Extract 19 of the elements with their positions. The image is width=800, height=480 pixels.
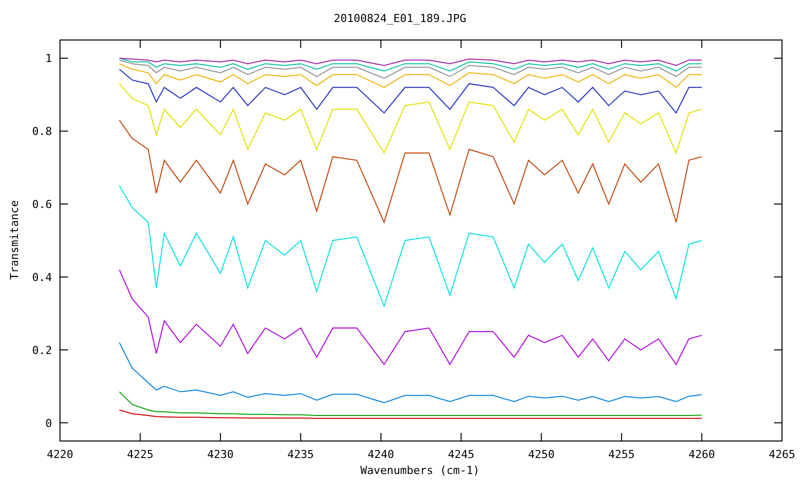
tick-label: 0.4 (32, 270, 52, 284)
tick-label: 4240 (368, 448, 394, 461)
tick-label: 4220 (46, 448, 74, 461)
tick-label: 0.8 (32, 125, 52, 138)
tick-label: 0.2 (32, 344, 52, 357)
tick-label: 4245 (448, 448, 474, 461)
axis-title: Transmitance (8, 200, 21, 280)
tick-label: 4255 (608, 448, 635, 461)
axis-title: Wavenumbers (cm-1) (360, 464, 480, 477)
tick-label: 4265 (768, 448, 796, 461)
tick-label: 0 (45, 416, 52, 430)
tick-label: 4250 (528, 448, 555, 461)
tick-label: 0.6 (32, 198, 52, 212)
chart-title: 20100824_E01_189.JPG (334, 12, 466, 25)
tick-label: 4235 (287, 448, 314, 461)
tick-label: 4230 (207, 448, 234, 461)
tick-label: 4260 (688, 448, 716, 461)
tick-label: 4225 (126, 448, 154, 461)
tick-label: 1 (45, 52, 52, 66)
